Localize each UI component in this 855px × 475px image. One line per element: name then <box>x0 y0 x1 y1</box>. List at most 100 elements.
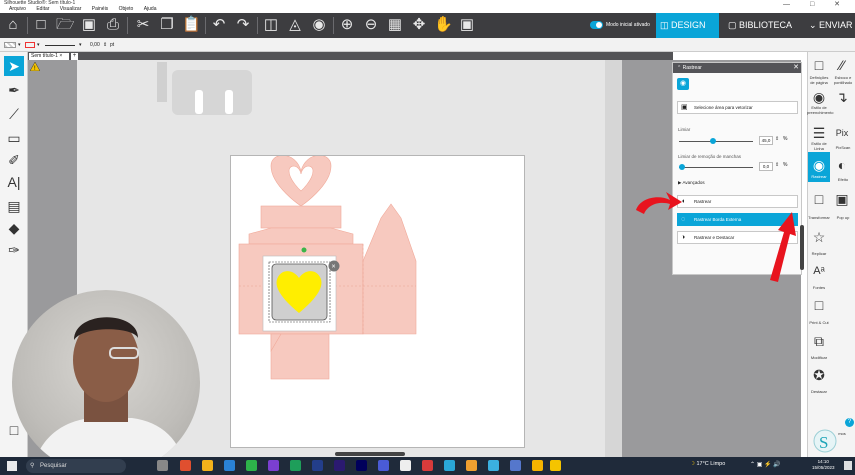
taskbar-app-icon[interactable] <box>510 460 521 471</box>
eraser-icon[interactable]: ◆ <box>4 218 24 238</box>
menu-visualizar[interactable]: Visualizar <box>60 6 82 13</box>
document-tab[interactable]: Sem título-1 × <box>29 53 69 60</box>
fill-color-swatch[interactable] <box>4 42 16 48</box>
document-tab-close[interactable]: × <box>59 53 62 59</box>
taskbar-app-icon[interactable] <box>532 460 543 471</box>
design-page[interactable]: × <box>230 155 525 448</box>
spot-removal-spinner-icon[interactable]: ⇕ <box>775 162 779 168</box>
taskbar-app-icon[interactable] <box>268 460 279 471</box>
undo-icon[interactable]: ↶ <box>210 16 228 34</box>
fill-dropdown-icon[interactable]: ▾ <box>18 38 21 52</box>
taskbar-app-icon[interactable] <box>550 460 561 471</box>
print-cut-icon[interactable]: □ <box>809 296 829 314</box>
copy-icon[interactable]: ❐ <box>158 16 176 34</box>
zoom-select-icon[interactable]: ▦ <box>386 16 404 34</box>
select-trace-area-button[interactable]: ▣ Selecione área para vetorizar <box>677 101 798 114</box>
threshold-input[interactable]: 45,0 <box>759 136 773 145</box>
rotate-handle[interactable] <box>301 247 307 253</box>
group-icon[interactable]: ◫ <box>262 16 280 34</box>
line-style-icon[interactable]: ☰ <box>809 124 829 142</box>
notifications-icon[interactable] <box>844 461 852 470</box>
print-icon[interactable]: ⎙ <box>104 16 122 34</box>
menu-editar[interactable]: Editar <box>36 6 49 13</box>
new-file-icon[interactable]: □ <box>32 16 50 34</box>
spot-removal-slider[interactable] <box>679 164 753 170</box>
line-width-value[interactable]: 0,00 <box>90 38 100 52</box>
add-document-tab[interactable]: + <box>71 53 78 60</box>
windows-start-icon[interactable] <box>7 461 17 471</box>
hand-icon[interactable]: ✋ <box>434 16 453 34</box>
taskbar-app-icon[interactable] <box>334 460 345 471</box>
threshold-slider[interactable] <box>679 138 753 144</box>
help-icon[interactable]: ? <box>845 418 854 427</box>
compound-icon[interactable]: ◉ <box>310 16 328 34</box>
trace-panel-header[interactable]: ⌃ Rastrear <box>673 63 801 73</box>
horizontal-scrollbar[interactable] <box>335 452 405 456</box>
replicate-icon[interactable]: ☆ <box>809 228 829 246</box>
design-tab-button[interactable]: ◫ DESIGN <box>656 13 719 38</box>
menu-arquivo[interactable]: Arquivo <box>9 6 26 13</box>
fit-page-icon[interactable]: ▣ <box>458 16 476 34</box>
taskbar-app-icon[interactable] <box>422 460 433 471</box>
cut-icon[interactable]: ✂ <box>134 16 152 34</box>
taskbar-app-icon[interactable] <box>466 460 477 471</box>
popup-icon[interactable]: ▣ <box>832 190 852 208</box>
line-dropdown-icon[interactable]: ▾ <box>37 38 40 52</box>
taskbar-app-icon[interactable] <box>400 460 411 471</box>
send-tab-button[interactable]: ⌄ ENVIAR <box>805 13 855 38</box>
select-arrow-icon[interactable]: ➤ <box>4 56 24 76</box>
paste-icon[interactable]: 📋 <box>182 16 201 34</box>
line-tool-icon[interactable]: ⟋ <box>4 104 24 124</box>
threshold-slider-knob[interactable] <box>709 138 716 144</box>
offset-icon[interactable]: ◐ <box>832 156 852 174</box>
page-setup-icon[interactable]: □ <box>809 56 829 74</box>
taskbar-search[interactable]: ⚲ Pesquisar <box>26 459 126 473</box>
menu-objeto[interactable]: Objeto <box>119 6 134 13</box>
taskbar-app-icon[interactable] <box>356 460 367 471</box>
save-icon[interactable]: ▣ <box>80 16 98 34</box>
close-icon[interactable]: ✕ <box>793 63 799 73</box>
line-color-swatch[interactable] <box>25 42 35 48</box>
detach-icon[interactable]: ✪ <box>809 366 829 384</box>
trace-panel-icon[interactable]: ◉ <box>809 156 829 174</box>
pen-tool-icon[interactable]: ✐ <box>4 150 24 170</box>
pixscan-icon[interactable]: Pix <box>832 124 852 142</box>
line-style-icon[interactable]: ↴ <box>832 88 852 106</box>
home-icon[interactable]: ⌂ <box>4 16 22 34</box>
ungroup-icon[interactable]: ◬ <box>286 16 304 34</box>
modify-icon[interactable]: ⧉ <box>809 332 829 350</box>
point-edit-icon[interactable]: ✒ <box>4 80 24 100</box>
taskbar-clock[interactable]: 14:10 15/05/2023 <box>812 459 835 471</box>
zoom-out-icon[interactable]: ⊖ <box>362 16 380 34</box>
taskbar-app-icon[interactable] <box>290 460 301 471</box>
library-tab-button[interactable]: ▢ BIBLIOTECA <box>722 13 802 38</box>
taskbar-app-icon[interactable] <box>180 460 191 471</box>
line-style-dropdown-icon[interactable]: ▾ <box>79 38 82 52</box>
taskbar-app-icon[interactable] <box>224 460 235 471</box>
taskbar-app-icon[interactable] <box>202 460 213 471</box>
redo-icon[interactable]: ↷ <box>234 16 252 34</box>
warning-icon[interactable]: ! <box>29 61 41 72</box>
system-tray-icons[interactable]: ⌃ ▣ ⚡ 🔊 <box>750 461 781 468</box>
text-tool-icon[interactable]: A| <box>4 172 24 192</box>
start-mode-toggle[interactable] <box>590 21 603 29</box>
menu-ajuda[interactable]: Ajuda <box>144 6 157 13</box>
fill-style-icon[interactable]: ◉ <box>809 88 829 106</box>
task-view-icon[interactable] <box>157 460 168 471</box>
menu-paineis[interactable]: Painéis <box>92 6 108 13</box>
taskbar-weather[interactable]: ☽ 17°C Limpo <box>690 461 725 467</box>
fonts-icon[interactable]: Aᵃ <box>809 262 829 280</box>
line-width-spinner-icon[interactable]: ⇕ <box>103 38 107 52</box>
knife-icon[interactable]: ✑ <box>4 240 24 260</box>
threshold-spinner-icon[interactable]: ⇕ <box>775 136 779 142</box>
text-box-icon[interactable]: ▤ <box>4 196 24 216</box>
shape-tool-icon[interactable]: ▭ <box>4 128 24 148</box>
taskbar-app-icon[interactable] <box>246 460 257 471</box>
transform-icon[interactable]: □ <box>809 190 829 208</box>
pan-arrows-icon[interactable]: ✥ <box>410 16 428 34</box>
line-style-preview[interactable] <box>45 45 75 46</box>
sketch-icon[interactable]: ⁄⁄ <box>832 56 852 74</box>
taskbar-app-icon[interactable] <box>444 460 455 471</box>
taskbar-app-icon[interactable] <box>378 460 389 471</box>
taskbar-app-icon[interactable] <box>312 460 323 471</box>
